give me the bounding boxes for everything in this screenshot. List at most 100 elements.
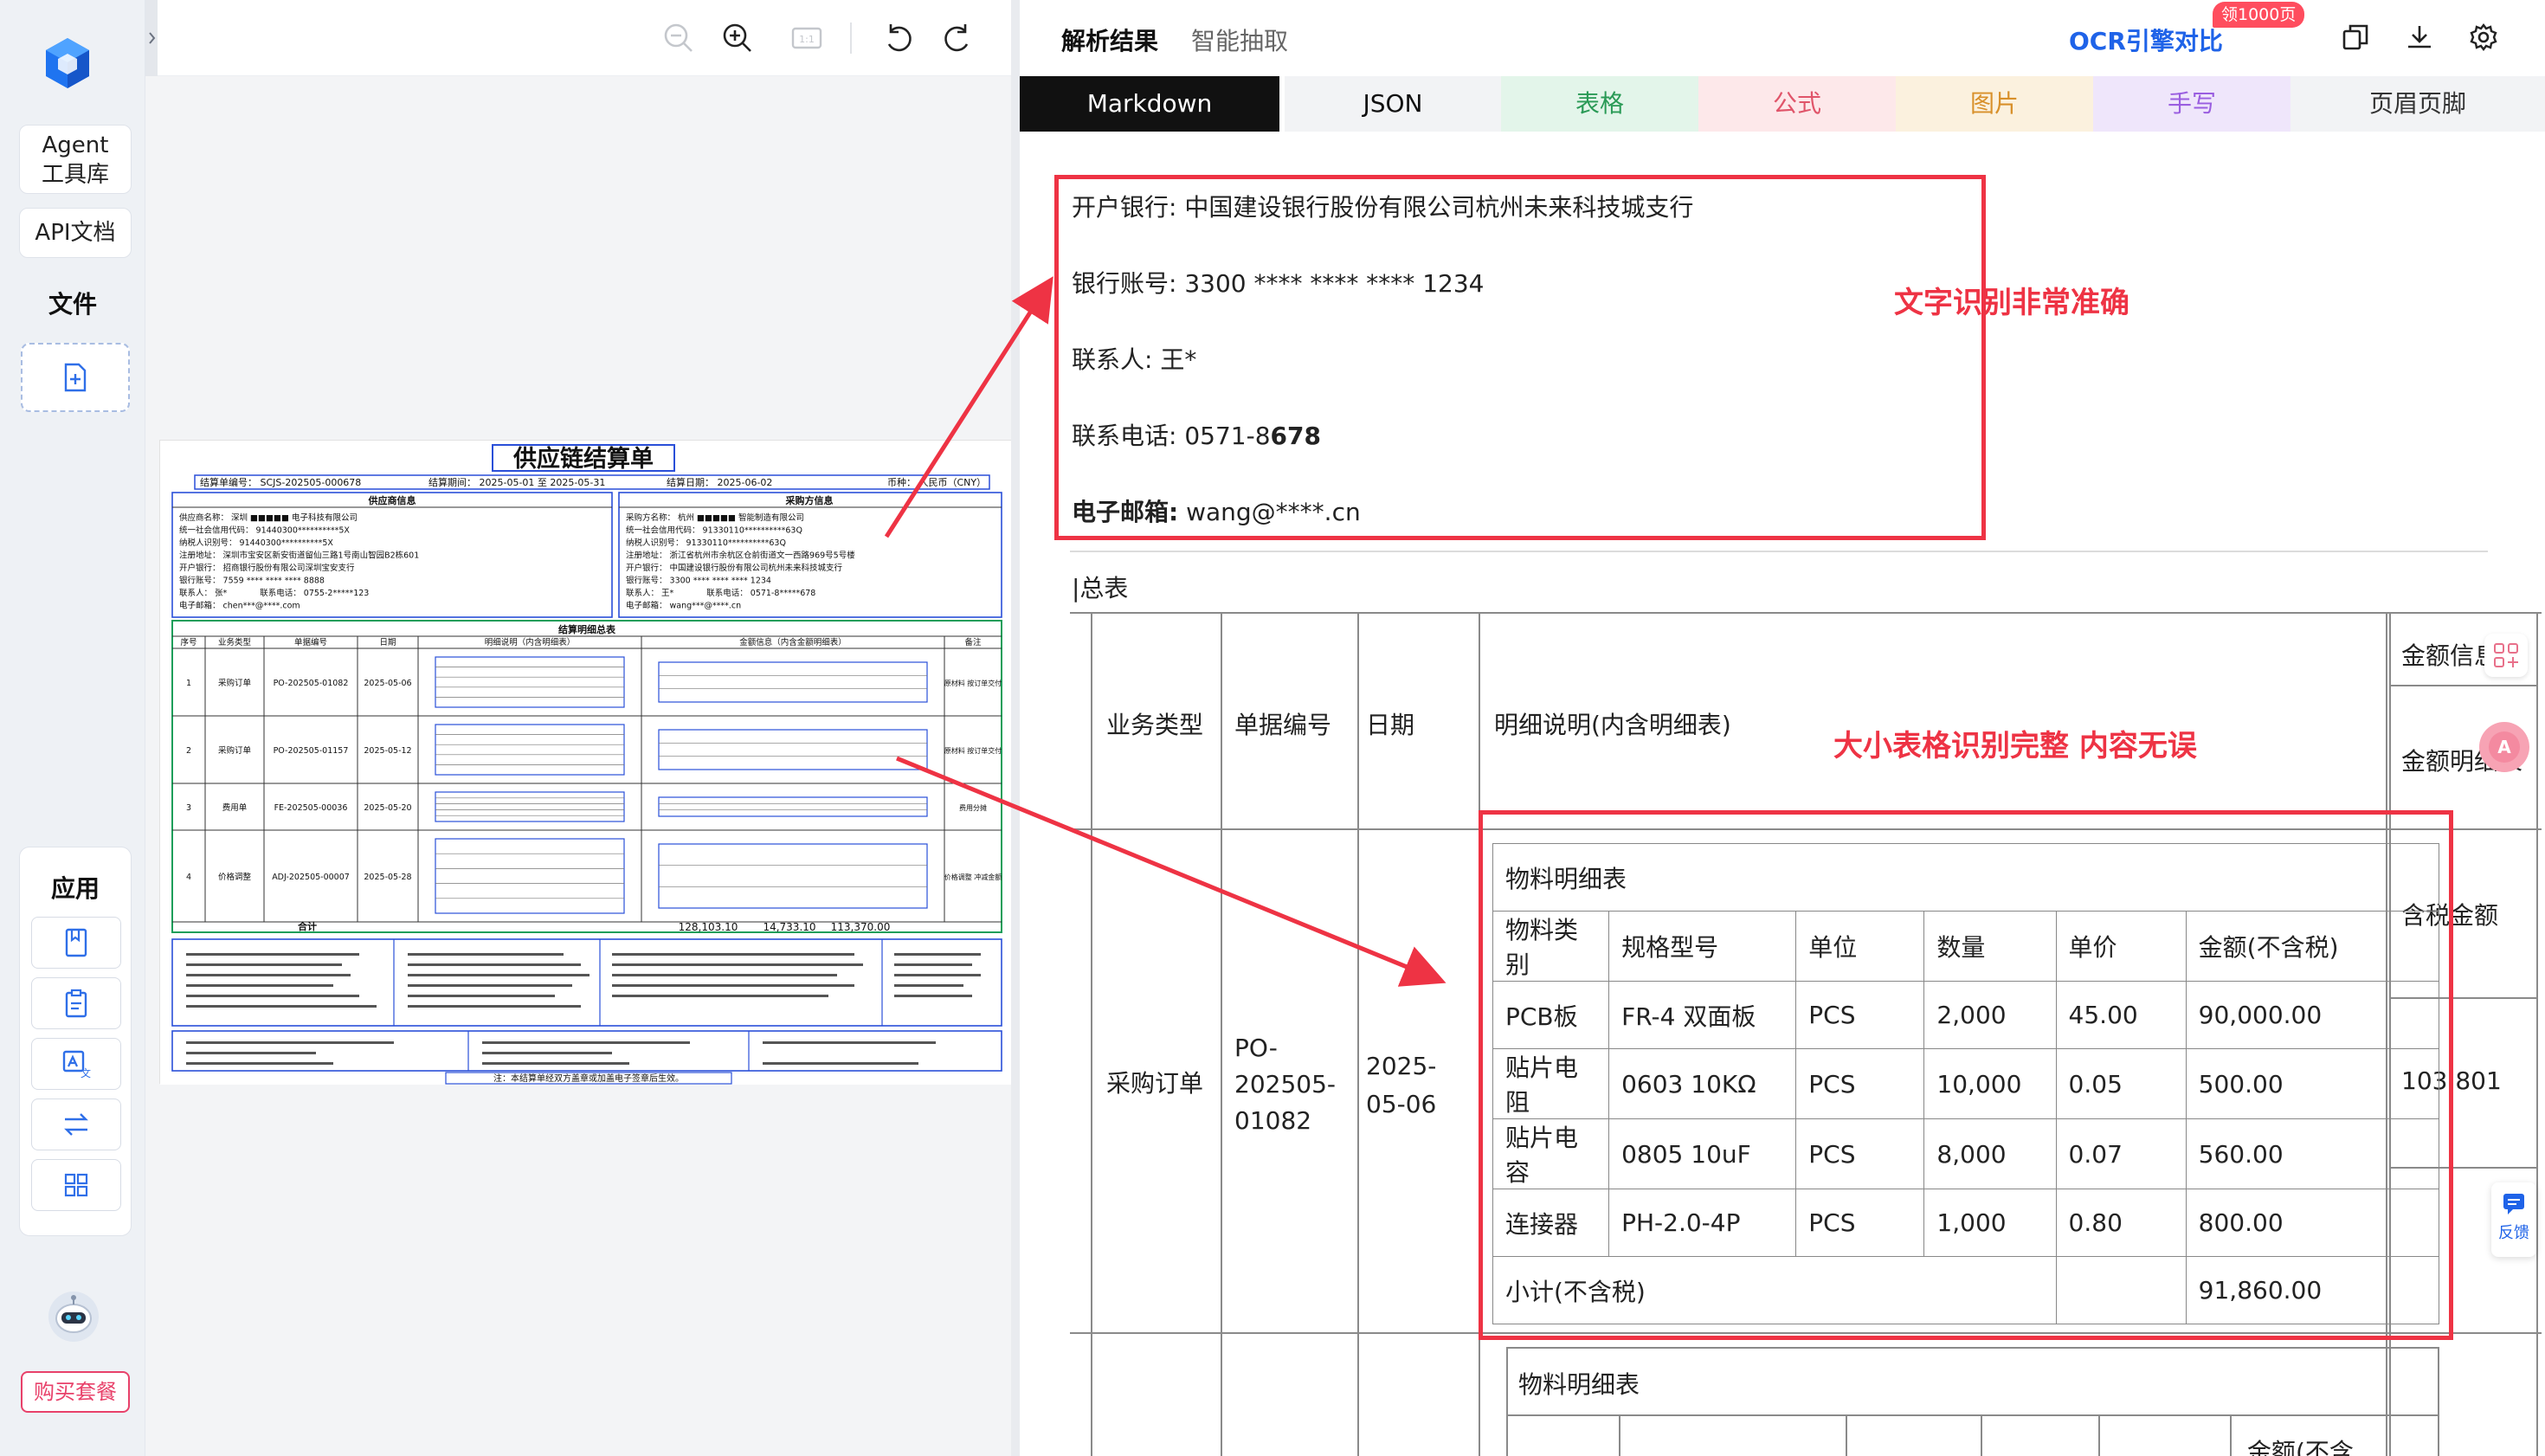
supplier-info-line: 电子邮箱： chen***@****.com (179, 601, 300, 611)
row-doc-number: PO- 202505- 01082 (1234, 1030, 1336, 1139)
supplier-info-line: 注册地址： 深圳市宝安区新安街道留仙三路1号南山智园B2栋601 (179, 551, 419, 561)
detail-header: 金额信息（内含金额明细表） (739, 637, 847, 647)
supplier-info-line: 供应商名称： 深圳 ■■■■■ 电子科技有限公司 (179, 512, 358, 523)
buyer-info-line: 注册地址： 浙江省杭州市余杭区仓前街道文一西路969号5号楼 (626, 551, 855, 561)
svg-text:币种： 人民币（CNY）: 币种： 人民币（CNY） (887, 476, 986, 488)
detail-no: 3 (186, 803, 191, 813)
supplier-info-line: 银行账号： 7559 **** **** **** 8888 (179, 576, 325, 586)
tab-smart-extract[interactable]: 智能抽取 (1191, 23, 1288, 57)
add-file-icon (64, 363, 87, 392)
buy-plan-button[interactable]: 购买套餐 (21, 1371, 130, 1413)
table-border (1846, 1414, 1847, 1456)
svg-text:注：本结算单经双方盖章或加盖电子签章后生效。: 注：本结算单经双方盖章或加盖电子签章后生效。 (493, 1073, 684, 1084)
buyer-info-line: 开户银行： 中国建设银行股份有限公司杭州未来科技城支行 (626, 563, 843, 573)
buyer-info-line: 银行账号： 3300 **** **** **** 1234 (626, 576, 771, 586)
app-image-translate-button[interactable]: 文 (31, 1038, 121, 1090)
row-doc-part: PO- (1234, 1034, 1278, 1062)
toolbar-divider (850, 23, 852, 54)
rotate-left-icon[interactable] (881, 21, 916, 55)
markdown-content: 开户银行: 中国建设银行股份有限公司杭州未来科技城支行 银行账号: 3300 *… (1020, 132, 2545, 1456)
swap-arrows-icon (64, 1113, 88, 1136)
text-highlight-box (1054, 175, 1986, 540)
svg-text:128,103.10: 128,103.10 (679, 921, 738, 933)
table-border (1506, 1347, 2438, 1349)
app-logo[interactable] (39, 35, 96, 92)
apps-panel: 应用 文 (19, 847, 132, 1236)
supplier-info-line: 统一社会信用代码： 91440300**********5X (179, 525, 350, 536)
detail-header: 日期 (379, 638, 396, 647)
svg-text:结算期间： 2025-05-01 至 2025-05-31: 结算期间： 2025-05-01 至 2025-05-31 (428, 476, 605, 488)
feedback-icon (2503, 1194, 2524, 1214)
detail-date: 2025-05-06 (364, 679, 411, 688)
table-border (2536, 612, 2538, 1456)
chevron-right-icon (149, 32, 156, 44)
app-reader-button[interactable] (31, 917, 121, 969)
table-border (1091, 612, 1092, 1456)
translate-float-button[interactable]: A (2479, 722, 2529, 772)
zoom-in-icon[interactable] (720, 21, 755, 55)
app-compare-button[interactable] (31, 1098, 121, 1150)
svg-text:结算明细总表: 结算明细总表 (557, 623, 616, 635)
buyer-info-line: 纳税人识别号： 91330110**********63Q (626, 538, 786, 548)
svg-text:A: A (2497, 737, 2511, 757)
tab-handwriting[interactable]: 手写 (2093, 76, 2290, 132)
sidebar-collapse-handle[interactable] (145, 0, 158, 76)
row-doc-part: 01082 (1234, 1106, 1312, 1135)
table-border (1070, 612, 2542, 614)
detail-doc: PO-202505-01082 (274, 679, 349, 688)
tab-formula[interactable]: 公式 (1698, 76, 1896, 132)
header-date: 日期 (1366, 711, 1415, 739)
settings-gear-icon[interactable] (2469, 23, 2498, 52)
feedback-button[interactable]: 反馈 (2491, 1182, 2536, 1257)
image-translate-icon: 文 (62, 1050, 91, 1079)
tab-markdown[interactable]: Markdown (1020, 76, 1279, 132)
tab-json[interactable]: JSON (1285, 76, 1501, 132)
supplier-info-line: 联系人： 张* 联系电话： 0755-2*****123 (179, 588, 369, 598)
book-icon (65, 928, 87, 957)
rotate-right-icon[interactable] (940, 21, 975, 55)
detail-note: 原材料 按订单交付 (944, 679, 1002, 687)
panel-splitter[interactable] (1011, 0, 1020, 1456)
detail-header: 业务类型 (218, 637, 252, 647)
svg-text:供应商信息: 供应商信息 (368, 494, 416, 506)
tab-parse-result[interactable]: 解析结果 (1061, 23, 1158, 57)
detail-note: 费用分摊 (959, 803, 987, 812)
files-title: 文件 (48, 290, 97, 319)
app-clipboard-button[interactable] (31, 977, 121, 1029)
inner-table-title-2: 物料明细表 (1518, 1370, 1640, 1399)
svg-text:合计: 合计 (298, 920, 317, 932)
buyer-info-line: 采购方名称： 杭州 ■■■■■ 智能制造有限公司 (626, 512, 804, 523)
detail-header: 序号 (180, 637, 197, 647)
tab-header-footer[interactable]: 页眉页脚 (2290, 76, 2545, 132)
detail-header: 明细说明（内含明细表） (485, 637, 576, 647)
detail-no: 2 (186, 746, 191, 756)
download-icon[interactable] (2405, 23, 2434, 52)
detail-doc: ADJ-202505-00007 (272, 873, 350, 882)
float-tools-button[interactable] (2484, 634, 2528, 677)
zoom-out-icon[interactable] (661, 21, 696, 55)
app-grid-button[interactable] (31, 1159, 121, 1211)
header-doc-number: 单据编号 (1234, 711, 1332, 739)
table-border (2230, 1414, 2232, 1456)
actual-size-icon[interactable]: 1:1 (789, 21, 824, 55)
table-border (1357, 612, 1359, 1456)
api-docs-button[interactable]: API文档 (19, 208, 132, 258)
copy-icon[interactable] (2341, 23, 2370, 52)
inner-header-amount-partial: 金额(不含 (2247, 1438, 2354, 1456)
supplier-info-line: 纳税人识别号： 91440300**********5X (179, 538, 333, 548)
add-file-button[interactable] (21, 343, 130, 412)
agent-label-line2: 工具库 (41, 162, 109, 188)
table-border (2438, 1347, 2439, 1456)
detail-date: 2025-05-28 (364, 873, 411, 882)
detail-type: 费用单 (222, 802, 248, 813)
tab-table[interactable]: 表格 (1501, 76, 1698, 132)
agent-toolkit-button[interactable]: Agent 工具库 (19, 125, 132, 194)
svg-text:1:1: 1:1 (799, 34, 815, 45)
table-border (2389, 685, 2536, 686)
ocr-compare-link[interactable]: OCR引擎对比 (2069, 23, 2223, 57)
svg-text:供应链结算单: 供应链结算单 (512, 445, 654, 473)
assistant-robot-icon[interactable] (47, 1290, 100, 1343)
tab-image[interactable]: 图片 (1896, 76, 2093, 132)
detail-note: 价格调整 冲减金额 (944, 873, 1002, 881)
table-border (1619, 1414, 1620, 1456)
